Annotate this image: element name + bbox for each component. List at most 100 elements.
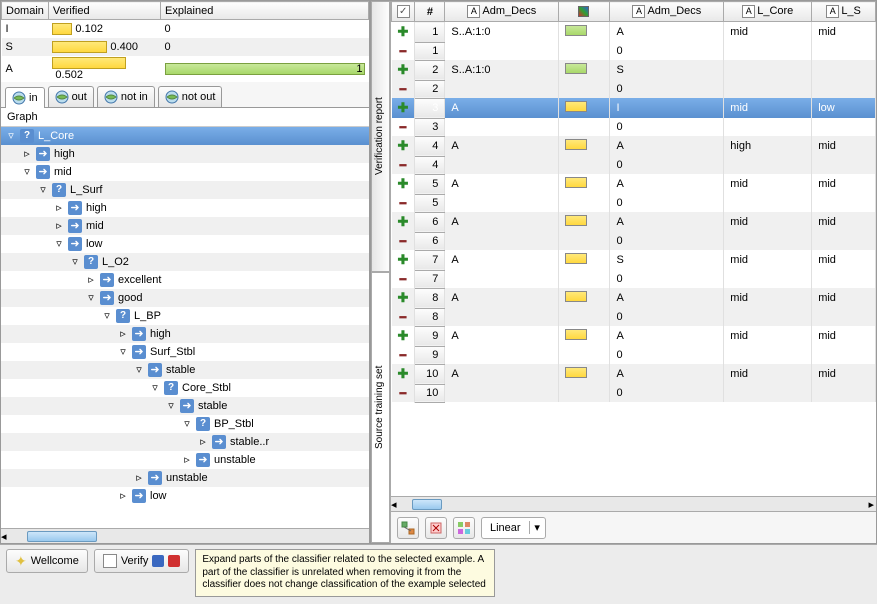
- table-row[interactable]: ✚ 10 A A mid mid: [392, 364, 876, 384]
- delete-button[interactable]: [425, 517, 447, 539]
- col-adm-decs-2[interactable]: Adm_Decs: [610, 2, 724, 22]
- domain-row[interactable]: I 0.102 0: [2, 20, 369, 38]
- expander-icon[interactable]: ▿: [133, 364, 145, 376]
- tree-node[interactable]: ▿ ➜ low: [1, 235, 369, 253]
- wellcome-button[interactable]: ✦ Wellcome: [6, 549, 88, 573]
- verify-button[interactable]: Verify: [94, 549, 190, 573]
- tree-node[interactable]: ▹ ➜ mid: [1, 217, 369, 235]
- expander-icon[interactable]: ▿: [181, 418, 193, 430]
- tree-node[interactable]: ▹ ➜ high: [1, 199, 369, 217]
- tree-node[interactable]: ▹ ➜ unstable: [1, 469, 369, 487]
- tree-node[interactable]: ▿ ? L_O2: [1, 253, 369, 271]
- table-row[interactable]: ✚ 7 A S mid mid: [392, 250, 876, 270]
- col-verified[interactable]: Verified: [48, 2, 160, 20]
- vtab-source-training-set[interactable]: Source training set: [371, 272, 390, 543]
- tree-node[interactable]: ▿ ➜ stable: [1, 361, 369, 379]
- expander-icon[interactable]: ▿: [53, 238, 65, 250]
- expander-icon[interactable]: ▹: [117, 328, 129, 340]
- expander-icon[interactable]: ▹: [117, 490, 129, 502]
- left-panel: Domain Verified Explained I 0.102 0S 0.4…: [0, 0, 370, 544]
- tree-node[interactable]: ▹ ➜ high: [1, 325, 369, 343]
- table-row[interactable]: ✚ 9 A A mid mid: [392, 326, 876, 346]
- tree-node[interactable]: ▹ ➜ low: [1, 487, 369, 505]
- tab-not-out[interactable]: not out: [158, 86, 223, 107]
- expander-icon[interactable]: ▿: [37, 184, 49, 196]
- domain-row[interactable]: A 0.502 1: [2, 56, 369, 82]
- tree-view[interactable]: ▿ ? L_Core ▹ ➜ high ▿ ➜ mid ▿ ? L_Surf ▹…: [1, 127, 369, 528]
- expander-icon[interactable]: ▿: [101, 310, 113, 322]
- tree-node[interactable]: ▿ ? Core_Stbl: [1, 379, 369, 397]
- tree-node[interactable]: ▹ ➜ unstable: [1, 451, 369, 469]
- plus-icon: ✚: [398, 366, 409, 381]
- table-row[interactable]: ✚ 3 A I mid low: [392, 98, 876, 118]
- table-row[interactable]: ━ 2 0: [392, 80, 876, 98]
- col-adm-decs-1[interactable]: Adm_Decs: [445, 2, 559, 22]
- data-hscroll[interactable]: ◂▸: [391, 496, 876, 511]
- arrow-icon: ➜: [99, 290, 115, 306]
- vtab-verification-report[interactable]: Verification report: [371, 1, 390, 272]
- tree-node[interactable]: ▹ ➜ excellent: [1, 271, 369, 289]
- expander-icon[interactable]: ▹: [53, 202, 65, 214]
- col-color[interactable]: [559, 2, 610, 22]
- col-l-core[interactable]: L_Core: [724, 2, 812, 22]
- expander-icon[interactable]: ▹: [197, 436, 209, 448]
- col-explained[interactable]: Explained: [161, 2, 369, 20]
- expander-icon[interactable]: ▹: [181, 454, 193, 466]
- table-row[interactable]: ━ 4 0: [392, 156, 876, 174]
- table-row[interactable]: ━ 1 0: [392, 42, 876, 60]
- table-row[interactable]: ━ 8 0: [392, 308, 876, 326]
- expander-icon[interactable]: ▿: [149, 382, 161, 394]
- expander-icon[interactable]: ▹: [53, 220, 65, 232]
- expander-icon[interactable]: ▿: [5, 130, 17, 142]
- tree-node[interactable]: ▿ ? L_Core: [1, 127, 369, 145]
- table-row[interactable]: ━ 9 0: [392, 346, 876, 364]
- table-row[interactable]: ✚ 8 A A mid mid: [392, 288, 876, 308]
- tree-node[interactable]: ▹ ➜ stable..r: [1, 433, 369, 451]
- color-chip: [565, 215, 587, 226]
- tree-label: low: [86, 238, 103, 250]
- tab-not-in[interactable]: not in: [97, 86, 155, 107]
- table-row[interactable]: ━ 7 0: [392, 270, 876, 288]
- tree-node[interactable]: ▿ ➜ Surf_Stbl: [1, 343, 369, 361]
- plus-icon: ✚: [398, 252, 409, 267]
- grid-button[interactable]: [453, 517, 475, 539]
- table-row[interactable]: ✚ 6 A A mid mid: [392, 212, 876, 232]
- question-icon: ?: [163, 380, 179, 396]
- scale-combo[interactable]: Linear▾: [481, 517, 546, 539]
- domain-row[interactable]: S 0.400 0: [2, 38, 369, 56]
- expander-icon[interactable]: ▿: [69, 256, 81, 268]
- color-chip: [565, 139, 587, 150]
- tree-node[interactable]: ▹ ➜ high: [1, 145, 369, 163]
- expander-icon[interactable]: ▿: [165, 400, 177, 412]
- table-row[interactable]: ✚ 1 S..A:1:0 A mid mid: [392, 22, 876, 43]
- tree-label: high: [150, 328, 171, 340]
- tree-node[interactable]: ▿ ➜ stable: [1, 397, 369, 415]
- table-row[interactable]: ✚ 2 S..A:1:0 S: [392, 60, 876, 80]
- table-row[interactable]: ✚ 4 A A high mid: [392, 136, 876, 156]
- tree-node[interactable]: ▿ ➜ good: [1, 289, 369, 307]
- tab-in[interactable]: in: [5, 87, 45, 108]
- table-row[interactable]: ✚ 5 A A mid mid: [392, 174, 876, 194]
- table-row[interactable]: ━ 5 0: [392, 194, 876, 212]
- expand-tree-button[interactable]: [397, 517, 419, 539]
- col-number[interactable]: #: [415, 2, 445, 22]
- expander-icon[interactable]: ▹: [133, 472, 145, 484]
- expander-icon[interactable]: ▹: [85, 274, 97, 286]
- tree-hscroll[interactable]: ◂: [1, 528, 369, 543]
- expander-icon[interactable]: ▹: [21, 148, 33, 160]
- tree-node[interactable]: ▿ ? BP_Stbl: [1, 415, 369, 433]
- tree-node[interactable]: ▿ ➜ mid: [1, 163, 369, 181]
- tab-out[interactable]: out: [48, 86, 94, 107]
- tree-label: high: [86, 202, 107, 214]
- col-domain[interactable]: Domain: [2, 2, 49, 20]
- table-row[interactable]: ━ 10 0: [392, 384, 876, 402]
- expander-icon[interactable]: ▿: [85, 292, 97, 304]
- col-check[interactable]: ✓: [392, 2, 415, 22]
- tree-node[interactable]: ▿ ? L_BP: [1, 307, 369, 325]
- expander-icon[interactable]: ▿: [117, 346, 129, 358]
- col-l-s[interactable]: L_S: [812, 2, 876, 22]
- table-row[interactable]: ━ 6 0: [392, 232, 876, 250]
- table-row[interactable]: ━ 3 0: [392, 118, 876, 136]
- tree-node[interactable]: ▿ ? L_Surf: [1, 181, 369, 199]
- expander-icon[interactable]: ▿: [21, 166, 33, 178]
